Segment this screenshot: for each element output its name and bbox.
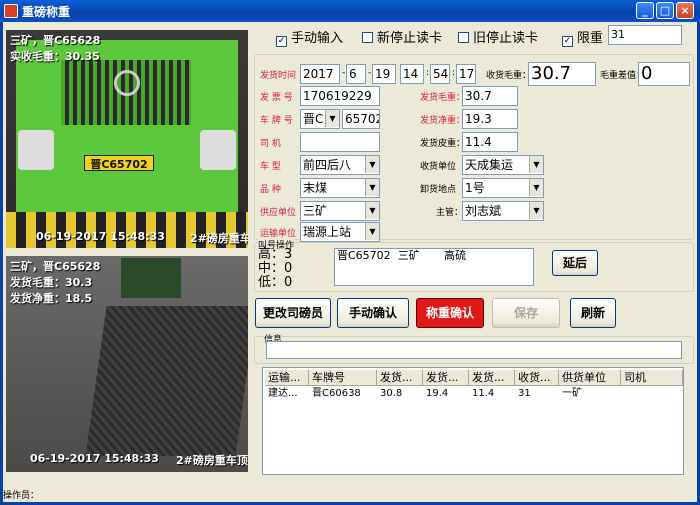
camera-view-front: 晋C65702 三矿，晋C65628 实收毛重：30.35 06-19-2017… (6, 30, 248, 248)
table-cell (621, 387, 683, 401)
hour-input[interactable]: 14 (400, 64, 424, 84)
receive-gross-label: 收货毛重： (486, 71, 532, 81)
month-input[interactable]: 6 (346, 64, 366, 84)
table-cell: 一矿 (562, 388, 582, 399)
maximize-button[interactable]: □ (656, 2, 674, 19)
receive-unit-select[interactable]: 天成集运 ▼ (462, 155, 544, 175)
manager-label: 主管： (436, 208, 464, 218)
truck-cab-top (121, 258, 181, 298)
table-header[interactable]: 收货... (515, 370, 559, 386)
title-bar: 重磅称重 _ □ × (0, 0, 700, 22)
product-select[interactable]: 末煤 ▼ (300, 178, 380, 198)
camera-view-top: 三矿，晋C65628 发货毛重：30.3 发货净重：18.5 06-19-201… (6, 256, 248, 472)
receive-gross-value: 30.7 (528, 62, 596, 86)
ship-gross-input[interactable]: 30.7 (462, 86, 518, 106)
ship-tare-input[interactable]: 11.4 (462, 132, 518, 152)
queue-high-value: 3 (284, 247, 293, 262)
cam1-timestamp: 06-19-2017 15:48:33 (36, 230, 165, 243)
queue-current-plate: 晋C65702 (337, 249, 391, 262)
cam2-timestamp: 06-19-2017 15:48:33 (30, 452, 159, 465)
vehicle-type-label: 车 型 (260, 162, 281, 172)
manual-input-checkbox[interactable]: ✓ 手动输入 (276, 27, 343, 47)
gross-diff-value: 0 (638, 62, 690, 86)
plate-label: 车 牌 号 (260, 116, 293, 126)
year-input[interactable]: 2017 (300, 64, 340, 84)
queue-list[interactable]: 晋C65702 三矿 高硫 (334, 248, 534, 286)
operator-label: 操作员： (3, 491, 40, 501)
coal-load (85, 306, 248, 456)
info-input[interactable] (266, 341, 682, 359)
queue-current-product: 高硫 (444, 249, 467, 262)
cam2-overlay-gross: 发货毛重：30.3 (10, 276, 93, 289)
delay-button[interactable]: 延后 (552, 250, 598, 276)
table-header[interactable]: 司机 (621, 370, 683, 386)
invoice-label: 发 票 号 (260, 93, 293, 103)
unload-label: 卸货地点 (420, 185, 457, 195)
minimize-button[interactable]: _ (636, 2, 654, 19)
window-title: 重磅称重 (22, 5, 71, 19)
status-bar: 操作员： (3, 488, 39, 501)
cam2-overlay-net: 发货净重：18.5 (10, 292, 93, 305)
day-input[interactable]: 19 (372, 64, 396, 84)
supplier-select[interactable]: 三矿 ▼ (300, 201, 380, 221)
refresh-button[interactable]: 刷新 (570, 298, 616, 328)
ship-time-label: 发货时间 (260, 71, 297, 81)
table-header[interactable]: 车牌号 (309, 370, 377, 386)
driver-label: 司 机 (260, 139, 281, 149)
transport-select[interactable]: 瑞源上站 ▼ (300, 222, 380, 242)
cam2-overlay-plate: 三矿，晋C65628 (10, 260, 101, 273)
change-operator-button[interactable]: 更改司磅员 (255, 298, 331, 328)
table-header[interactable]: 运输... (265, 370, 309, 386)
cam1-overlay-weight: 实收毛重：30.35 (10, 50, 100, 63)
limit-weight-checkbox[interactable]: ✓ 限重 (562, 27, 603, 47)
minute-input[interactable]: 54 (430, 64, 450, 84)
table-header[interactable]: 发货... (469, 370, 515, 386)
unload-select[interactable]: 1号 ▼ (462, 178, 544, 198)
table-cell: 晋C60638 (312, 388, 361, 399)
limit-value-input[interactable]: 31 (608, 25, 682, 45)
table-cell: 建达... (268, 388, 298, 399)
ship-tare-label: 发货皮重： (420, 139, 466, 149)
cam1-name: 2#磅房重车 (190, 232, 248, 245)
queue-low-value: 0 (284, 275, 293, 290)
receive-unit-label: 收货单位 (420, 162, 457, 172)
new-stop-reading-checkbox[interactable]: 新停止读卡 (362, 27, 442, 46)
vehicle-type-select[interactable]: 前四后八 ▼ (300, 155, 380, 175)
ship-net-input[interactable]: 19.3 (462, 109, 518, 129)
manager-select[interactable]: 刘志斌 ▼ (462, 201, 544, 221)
weigh-confirm-button[interactable]: 称重确认 (416, 298, 484, 328)
driver-input[interactable] (300, 132, 380, 152)
queue-mid-value: 0 (284, 261, 293, 276)
table-header[interactable]: 供货单位 (559, 370, 621, 386)
plate-prefix-select[interactable]: 晋C ▼ (300, 109, 340, 129)
old-stop-reading-checkbox[interactable]: 旧停止读卡 (458, 27, 538, 46)
app-icon (4, 4, 18, 18)
manual-confirm-button[interactable]: 手动确认 (337, 298, 409, 328)
license-plate: 晋C65702 (84, 155, 154, 171)
second-input[interactable]: 17 (456, 64, 476, 84)
table-cell: 19.4 (426, 388, 449, 399)
table-cell: 31 (518, 388, 531, 399)
table-cell: 30.8 (380, 388, 403, 399)
close-button[interactable]: × (676, 2, 694, 19)
queue-counts: 高：3 中：0 低：0 (258, 247, 293, 290)
save-button[interactable]: 保存 (492, 298, 560, 328)
cam1-overlay-plate: 三矿，晋C65628 (10, 34, 101, 47)
table-header[interactable]: 发货... (377, 370, 423, 386)
cam2-name: 2#磅房重车顶 (176, 454, 248, 467)
ship-gross-label: 发货毛重： (420, 93, 466, 103)
plate-number-input[interactable]: 65702 (342, 109, 380, 129)
invoice-input[interactable]: 170619229 (300, 86, 380, 106)
headlight-right (200, 130, 236, 170)
supplier-label: 供应单位 (260, 208, 297, 218)
ship-net-label: 发货净重： (420, 116, 466, 126)
table-header[interactable]: 发货... (423, 370, 469, 386)
records-table[interactable]: 运输... 车牌号 发货... 发货... 发货... 收货... 供货单位 司… (262, 367, 684, 475)
product-label: 品 种 (260, 185, 281, 195)
queue-current-supplier: 三矿 (397, 249, 420, 262)
truck-logo (114, 70, 140, 96)
table-cell: 11.4 (472, 388, 495, 399)
headlight-left (18, 130, 54, 170)
